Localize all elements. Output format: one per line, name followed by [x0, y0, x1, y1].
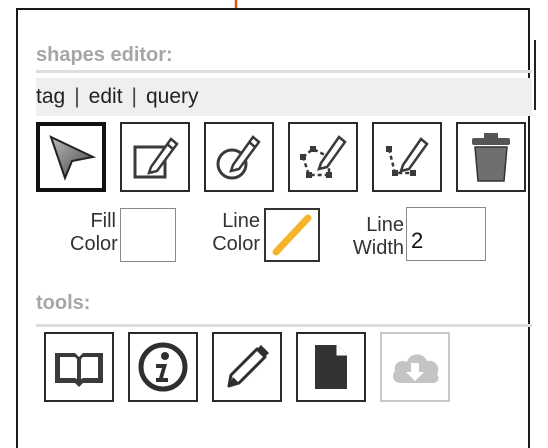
- book-icon: [55, 353, 103, 387]
- edit-button[interactable]: [212, 332, 282, 402]
- trash-icon: [472, 133, 510, 182]
- document-button[interactable]: [296, 332, 366, 402]
- delete-shape-button[interactable]: [456, 122, 526, 192]
- select-tool-button[interactable]: [36, 122, 106, 192]
- rectangle-pencil-icon: [133, 137, 179, 179]
- cloud-download-icon: [393, 354, 439, 383]
- polygon-pencil-icon: [300, 135, 347, 178]
- download-button[interactable]: [380, 332, 450, 402]
- info-book-button[interactable]: [44, 332, 114, 402]
- section-divider: [36, 70, 532, 73]
- polyline-pencil-icon: [386, 137, 429, 176]
- tab-tag[interactable]: tag: [36, 85, 65, 108]
- tab-separator: |: [74, 85, 80, 108]
- pencil-icon: [227, 345, 269, 388]
- line-color-label: Line Color: [212, 210, 260, 255]
- tab-query[interactable]: query: [146, 85, 199, 108]
- line-width-input[interactable]: [406, 207, 486, 261]
- info-button[interactable]: [128, 332, 198, 402]
- pointer-arrow-icon: [49, 135, 97, 181]
- draw-rectangle-button[interactable]: [120, 122, 190, 192]
- fill-color-label: Fill Color: [70, 210, 118, 255]
- tools-title: tools:: [36, 292, 91, 314]
- shapes-editor-title: shapes editor:: [36, 44, 173, 66]
- document-icon: [315, 345, 347, 389]
- line-color-sample: [272, 214, 312, 256]
- tab-separator: |: [131, 85, 137, 108]
- draw-circle-button[interactable]: [204, 122, 274, 192]
- fill-color-swatch[interactable]: [120, 208, 176, 262]
- mode-tabs: tag | edit | query: [36, 78, 532, 116]
- info-icon: [138, 342, 188, 392]
- adjacent-panel-edge: [532, 40, 548, 110]
- line-width-label: Line Width: [352, 214, 404, 259]
- line-color-swatch[interactable]: [264, 208, 320, 262]
- draw-polygon-button[interactable]: [288, 122, 358, 192]
- draw-polyline-button[interactable]: [372, 122, 442, 192]
- circle-pencil-icon: [216, 135, 261, 180]
- tab-edit[interactable]: edit: [89, 85, 123, 108]
- section-divider: [36, 324, 532, 327]
